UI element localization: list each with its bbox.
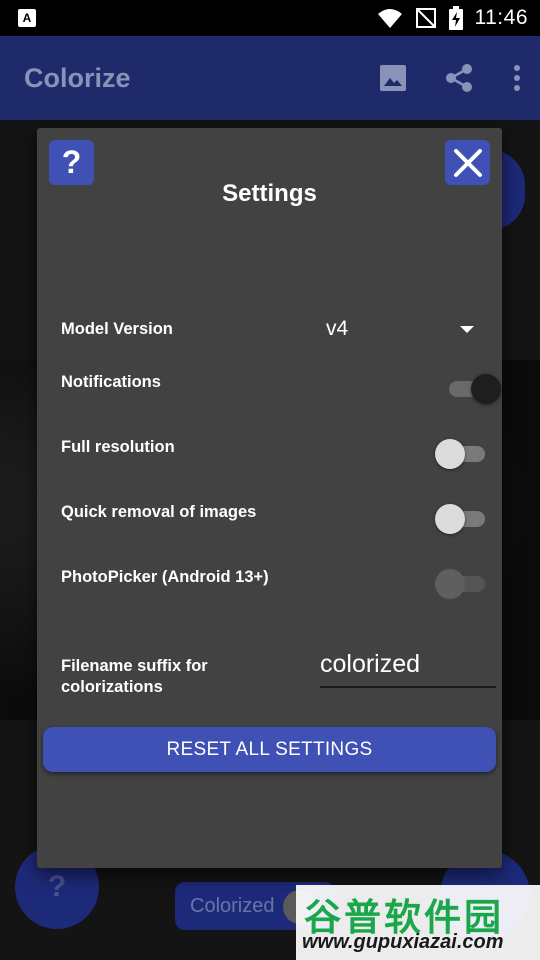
switch-thumb: [435, 569, 465, 599]
help-button[interactable]: ?: [49, 140, 94, 185]
image-icon[interactable]: [378, 63, 408, 93]
quick-removal-label: Quick removal of images: [61, 503, 257, 521]
app-notification-icon: A: [18, 9, 36, 27]
switch-thumb: [471, 374, 501, 404]
close-button[interactable]: [445, 140, 490, 185]
model-version-value: v4: [326, 317, 349, 340]
wifi-icon: [377, 9, 402, 28]
filename-suffix-label-line2: colorizations: [61, 678, 163, 696]
notifications-switch[interactable]: [445, 372, 501, 406]
switch-thumb: [435, 504, 465, 534]
colorized-chip-label: Colorized: [190, 894, 275, 917]
settings-dialog: ? Settings Model Version v4 Notification…: [37, 128, 502, 868]
model-version-dropdown[interactable]: v4: [326, 314, 486, 344]
dropdown-arrow-icon: [460, 325, 474, 333]
question-mark-icon: ?: [61, 144, 82, 180]
watermark-url: www.gupuxiazai.com: [302, 931, 504, 953]
reset-all-settings-button[interactable]: RESET ALL SETTINGS: [43, 727, 496, 772]
status-icons: 11:46: [377, 6, 529, 30]
model-version-label: Model Version: [61, 320, 173, 338]
full-resolution-switch[interactable]: [435, 437, 491, 471]
filename-suffix-label-line1: Filename suffix for: [61, 657, 208, 675]
clock: 11:46: [474, 6, 528, 29]
dialog-title: Settings: [222, 180, 317, 207]
filename-suffix-input[interactable]: colorized: [320, 648, 496, 688]
quick-removal-switch[interactable]: [435, 502, 491, 536]
watermark: 谷普软件园 www.gupuxiazai.com: [296, 885, 540, 960]
status-bar: A 11:46: [0, 0, 540, 36]
more-vert-icon[interactable]: [510, 63, 524, 93]
app-bar: Colorize: [0, 36, 540, 120]
share-icon[interactable]: [444, 63, 474, 93]
photopicker-switch[interactable]: [435, 567, 491, 601]
app-title: Colorize: [24, 62, 131, 93]
notifications-label: Notifications: [61, 373, 161, 391]
photopicker-label: PhotoPicker (Android 13+): [61, 568, 269, 586]
no-signal-icon: [415, 8, 436, 28]
battery-charging-icon: [448, 6, 463, 30]
switch-thumb: [435, 439, 465, 469]
close-icon: [453, 148, 482, 177]
full-resolution-label: Full resolution: [61, 438, 175, 456]
app-bar-actions: [378, 63, 524, 93]
